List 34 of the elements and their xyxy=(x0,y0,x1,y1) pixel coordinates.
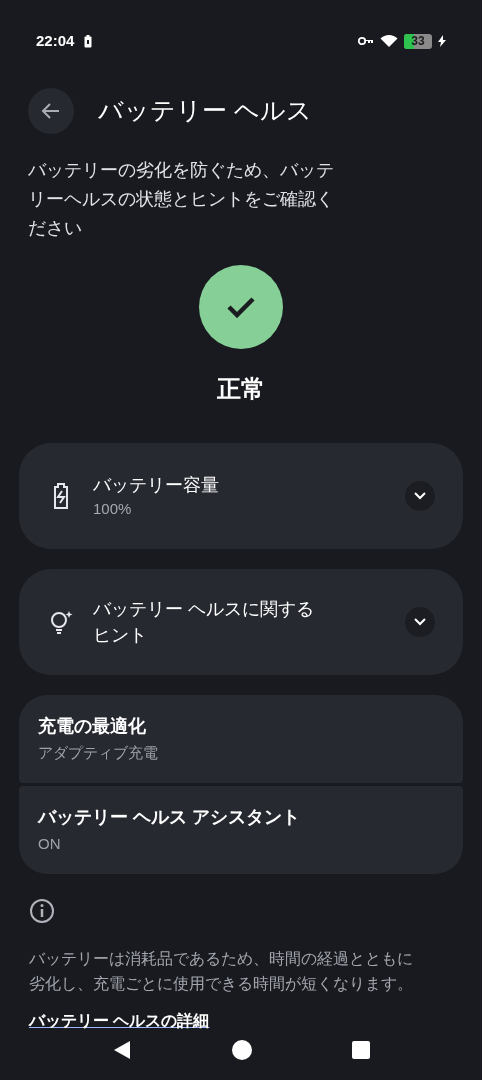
card-title: バッテリー容量 xyxy=(93,473,220,497)
chevron-icon xyxy=(414,618,426,626)
back-nav-icon xyxy=(112,1040,132,1060)
expand-toggle[interactable] xyxy=(405,481,435,511)
info-icon xyxy=(29,898,55,924)
info-text: バッテリーは消耗品であるため、時間の経過とともに劣化し、充電ごとに使用できる時間が短くなります。 xyxy=(29,949,414,994)
lightbulb-icon xyxy=(48,609,74,635)
setting-value: アダプティブ充電 xyxy=(38,743,159,764)
settings-item[interactable]: 充電の最適化 アダプティブ充電 xyxy=(19,695,463,783)
settings-item[interactable]: バッテリー ヘルス アシスタント ON xyxy=(19,786,463,874)
recents-nav-icon xyxy=(352,1041,370,1059)
home-nav-icon xyxy=(232,1040,252,1060)
key-icon xyxy=(358,36,374,46)
battery-icon xyxy=(53,483,69,509)
battery-saver-icon xyxy=(84,34,93,48)
wifi-icon xyxy=(380,34,398,48)
expandable-card[interactable]: バッテリー ヘルスに関するヒント xyxy=(19,569,463,675)
clock: 22:04 xyxy=(36,30,75,51)
charging-icon xyxy=(438,35,446,47)
back-arrow-icon xyxy=(41,101,61,121)
setting-title: バッテリー ヘルス アシスタント xyxy=(38,806,301,830)
details-link[interactable]: バッテリー ヘルスの詳細 xyxy=(29,1009,210,1033)
card-title: バッテリー ヘルスに関するヒント xyxy=(93,598,315,647)
setting-title: 充電の最適化 xyxy=(38,715,147,739)
chevron-icon xyxy=(414,492,426,500)
expandable-card[interactable]: バッテリー容量 100% xyxy=(19,443,463,549)
card-subtitle: 100% xyxy=(93,498,133,519)
description: バッテリーの劣化を防ぐため、バッテリーヘルスの状態とヒントをご確認ください xyxy=(27,159,335,240)
check-icon xyxy=(227,296,255,318)
setting-value: ON xyxy=(38,834,62,855)
status-label: 正常 xyxy=(217,374,265,404)
back-button[interactable] xyxy=(28,88,74,134)
expand-toggle[interactable] xyxy=(405,607,435,637)
page-title: バッテリー ヘルス xyxy=(98,95,312,127)
